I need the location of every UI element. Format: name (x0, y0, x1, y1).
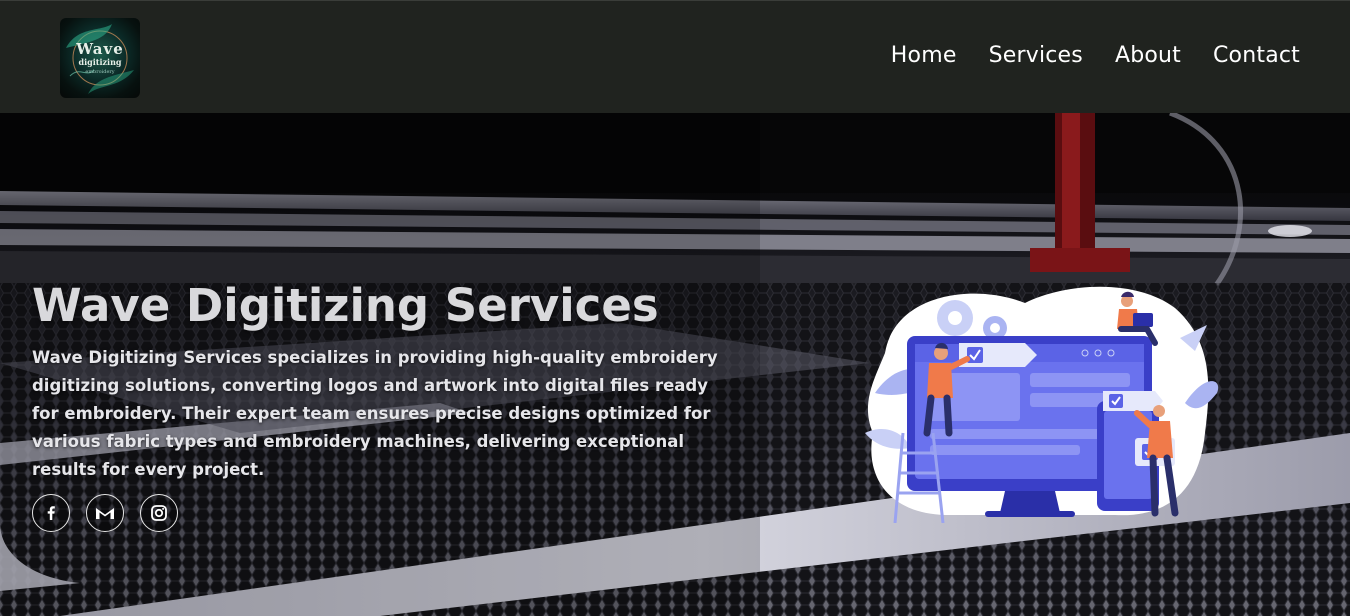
main-navigation: Home Services About Contact (891, 43, 1300, 68)
site-logo[interactable]: Wave digitizing embroidery (60, 18, 140, 98)
hero-title: Wave Digitizing Services (32, 279, 659, 332)
hero-description: Wave Digitizing Services specializes in … (32, 348, 718, 479)
logo-wordmark: Wave (76, 40, 124, 58)
logo-tagline: embroidery (85, 69, 115, 75)
instagram-button[interactable] (140, 494, 178, 532)
nav-link-home[interactable]: Home (891, 43, 957, 68)
gmail-icon (96, 508, 114, 519)
logo-subtitle: digitizing (78, 57, 122, 67)
facebook-button[interactable] (32, 494, 70, 532)
nav-link-about[interactable]: About (1115, 43, 1181, 68)
nav-link-contact[interactable]: Contact (1213, 43, 1300, 68)
nav-link-services[interactable]: Services (989, 43, 1083, 68)
site-header: Wave digitizing embroidery Home Services… (0, 0, 1350, 113)
hero-section: Wave Digitizing Services Wave Digitizing… (0, 113, 1350, 616)
web-design-illustration (865, 286, 1219, 523)
gmail-button[interactable] (86, 494, 124, 532)
instagram-icon (151, 505, 167, 521)
facebook-icon (47, 506, 55, 520)
social-links (32, 494, 178, 532)
